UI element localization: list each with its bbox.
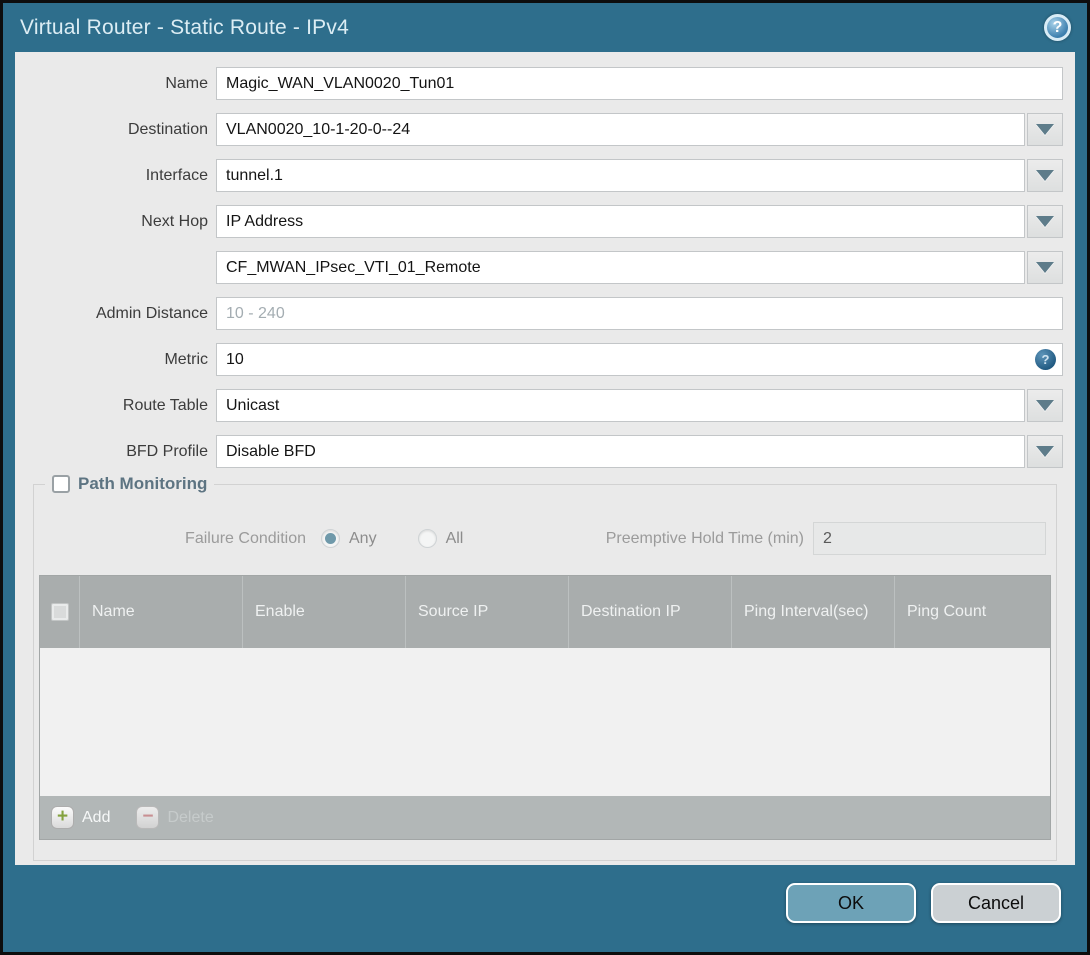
next-hop-address-input[interactable] <box>216 251 1025 284</box>
bfd-profile-dropdown-button[interactable] <box>1027 435 1063 468</box>
form-row-route-table: Route Table <box>15 389 1075 422</box>
table-toolbar: + Add − Delete <box>40 796 1050 839</box>
form-row-interface: Interface <box>15 159 1075 192</box>
failure-condition-row: Failure Condition Any All Preemptive Hol… <box>34 485 1056 555</box>
radio-selected-dot <box>325 533 336 544</box>
path-monitoring-checkbox[interactable] <box>52 475 70 493</box>
minus-icon: − <box>136 806 160 829</box>
name-input[interactable] <box>216 67 1063 100</box>
destination-dropdown-button[interactable] <box>1027 113 1063 146</box>
path-monitoring-legend: Path Monitoring <box>45 474 215 494</box>
column-header-source-ip[interactable]: Source IP <box>406 576 569 648</box>
add-button-label: Add <box>82 808 111 826</box>
table-body-empty <box>40 648 1050 796</box>
dialog-title: Virtual Router - Static Route - IPv4 <box>20 15 349 39</box>
form-row-next-hop: Next Hop <box>15 205 1075 238</box>
metric-label: Metric <box>164 350 208 368</box>
plus-icon: + <box>51 806 74 829</box>
failure-condition-all-radio[interactable] <box>417 529 437 548</box>
chevron-down-icon <box>1036 446 1054 457</box>
admin-distance-input[interactable] <box>216 297 1063 330</box>
bfd-profile-label: BFD Profile <box>126 442 208 460</box>
next-hop-label: Next Hop <box>141 212 208 230</box>
destination-label: Destination <box>127 120 208 138</box>
form-row-name: Name <box>15 67 1075 100</box>
column-header-name[interactable]: Name <box>80 576 243 648</box>
dialog-titlebar: Virtual Router - Static Route - IPv4 ? <box>3 3 1087 52</box>
ok-button[interactable]: OK <box>786 883 916 923</box>
interface-input[interactable] <box>216 159 1025 192</box>
chevron-down-icon <box>1036 216 1054 227</box>
path-monitoring-section: Path Monitoring Failure Condition Any Al… <box>33 474 1057 861</box>
name-label: Name <box>165 74 208 92</box>
failure-condition-all-label: All <box>445 529 464 547</box>
failure-condition-any-label: Any <box>349 529 377 547</box>
delete-button-label: Delete <box>167 808 214 826</box>
column-header-ping-interval[interactable]: Ping Interval(sec) <box>732 576 895 648</box>
failure-condition-any-radio[interactable] <box>321 529 340 548</box>
interface-dropdown-button[interactable] <box>1027 159 1063 192</box>
preemptive-hold-time-label: Preemptive Hold Time (min) <box>605 529 804 547</box>
bfd-profile-input[interactable] <box>216 435 1025 468</box>
route-table-input[interactable] <box>216 389 1025 422</box>
interface-label: Interface <box>145 166 208 184</box>
chevron-down-icon <box>1036 124 1054 135</box>
chevron-down-icon <box>1036 400 1054 411</box>
cancel-button[interactable]: Cancel <box>931 883 1061 923</box>
chevron-down-icon <box>1036 262 1054 273</box>
dialog-body: Name Destination Interface <box>15 52 1075 865</box>
help-icon[interactable]: ? <box>1044 14 1071 41</box>
dialog-footer: OK Cancel <box>3 865 1087 952</box>
dialog-virtual-router-static-route: Virtual Router - Static Route - IPv4 ? N… <box>0 0 1090 955</box>
column-header-enable[interactable]: Enable <box>243 576 406 648</box>
next-hop-type-input[interactable] <box>216 205 1025 238</box>
chevron-down-icon <box>1036 170 1054 181</box>
path-monitoring-table: Name Enable Source IP Destination IP Pin… <box>39 575 1051 840</box>
route-table-dropdown-button[interactable] <box>1027 389 1063 422</box>
form-row-bfd-profile: BFD Profile <box>15 435 1075 468</box>
table-header-row: Name Enable Source IP Destination IP Pin… <box>40 576 1050 648</box>
metric-help-icon[interactable]: ? <box>1035 349 1056 370</box>
admin-distance-label: Admin Distance <box>95 304 208 322</box>
column-header-destination-ip[interactable]: Destination IP <box>569 576 732 648</box>
preemptive-hold-time-input[interactable] <box>813 522 1046 555</box>
destination-input[interactable] <box>216 113 1025 146</box>
failure-condition-label: Failure Condition <box>185 529 306 547</box>
form-row-admin-distance: Admin Distance <box>15 297 1075 330</box>
next-hop-address-dropdown-button[interactable] <box>1027 251 1063 284</box>
form-row-metric: Metric ? <box>15 343 1075 376</box>
form-row-next-hop-address <box>15 251 1075 284</box>
route-table-label: Route Table <box>122 396 208 414</box>
next-hop-type-dropdown-button[interactable] <box>1027 205 1063 238</box>
metric-input[interactable] <box>216 343 1063 376</box>
add-button[interactable]: + Add <box>51 806 110 829</box>
select-all-checkbox[interactable] <box>50 603 69 621</box>
column-header-ping-count[interactable]: Ping Count <box>895 576 1050 648</box>
table-header-select <box>40 576 80 648</box>
form-row-destination: Destination <box>15 113 1075 146</box>
delete-button[interactable]: − Delete <box>136 806 214 829</box>
path-monitoring-title: Path Monitoring <box>78 474 208 493</box>
